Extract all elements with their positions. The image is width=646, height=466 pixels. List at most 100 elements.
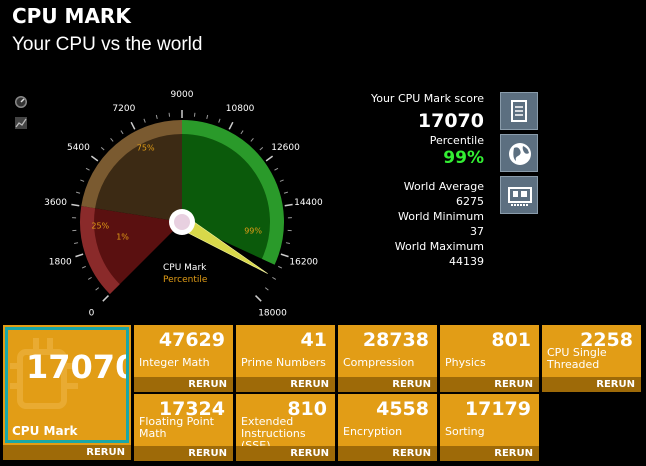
gauge-tick: [71, 203, 80, 207]
tile-label: Floating Point Math: [139, 415, 214, 440]
tile-value: 4558: [376, 398, 429, 420]
document-button[interactable]: [500, 92, 538, 130]
gauge-tick-label: 14400: [294, 198, 323, 208]
gauge-minor-tick: [218, 118, 221, 123]
gauge-minor-tick: [95, 287, 100, 291]
gauge-minor-tick: [264, 287, 269, 291]
gauge-tick-label: 9000: [171, 90, 194, 100]
benchmark-tile[interactable]: 17179 Sorting RERUN: [440, 394, 539, 461]
gauge-percentile-mark: 75%: [137, 144, 155, 153]
gauge-tick-label: 3600: [44, 198, 67, 208]
tile-label: Encryption: [343, 425, 403, 438]
gauge-minor-tick: [120, 130, 124, 135]
gauge-tick: [265, 155, 274, 162]
gauge-tick: [90, 155, 99, 162]
gauge-minor-tick: [100, 146, 105, 151]
gauge-minor-tick: [80, 179, 85, 182]
gauge-label-sub: Percentile: [163, 275, 208, 285]
rerun-button[interactable]: RERUN: [542, 377, 641, 392]
main-tile-label: CPU Mark: [12, 424, 78, 438]
gauge-minor-tick: [283, 191, 289, 194]
rerun-button[interactable]: RERUN: [236, 446, 335, 461]
gauge-tick: [102, 295, 109, 302]
cpu-mark-main-tile[interactable]: 17070 CPU Mark RERUN: [3, 325, 131, 460]
gauge-tick-label: 18000: [258, 309, 287, 319]
gauge-hub-inner: [174, 214, 190, 230]
tile-value: 28738: [362, 329, 429, 351]
gauge-tick-label: 12600: [271, 143, 300, 153]
page-title: CPU MARK: [12, 4, 131, 28]
benchmark-tile[interactable]: 2258 CPU Single Threaded RERUN: [542, 325, 641, 392]
hardware-card-button[interactable]: [500, 176, 538, 214]
gauge-tick: [284, 203, 293, 207]
gauge-minor-tick: [206, 114, 209, 120]
gauge-minor-tick: [285, 242, 290, 244]
world-average-value: 6275: [456, 195, 484, 208]
tile-value: 47629: [158, 329, 225, 351]
gauge-tick: [255, 295, 262, 302]
gauge-minor-tick: [87, 276, 92, 280]
world-minimum-value: 37: [470, 225, 484, 238]
gauge-percentile-mark: 25%: [91, 221, 109, 230]
gauge-tick-label: 0: [89, 309, 95, 319]
gauge-tick-label: 16200: [289, 258, 318, 268]
benchmark-tile[interactable]: 41 Prime Numbers RERUN: [236, 325, 335, 392]
tile-label: Integer Math: [139, 356, 210, 369]
rerun-button[interactable]: RERUN: [440, 446, 539, 461]
gauge-minor-tick: [274, 167, 279, 171]
main-tile-value: 17070: [26, 348, 129, 386]
gauge-tick-label: 1800: [49, 258, 72, 268]
benchmark-tile[interactable]: 4558 Encryption RERUN: [338, 394, 437, 461]
tile-label: Compression: [343, 356, 415, 369]
rerun-button[interactable]: RERUN: [338, 446, 437, 461]
world-average-label: World Average: [403, 180, 484, 193]
world-maximum-label: World Maximum: [394, 240, 484, 253]
gauge-label-title: CPU Mark: [163, 263, 207, 273]
gauge-minor-tick: [240, 130, 244, 135]
percentile-label: Percentile: [429, 134, 484, 147]
gauge-tick: [280, 253, 289, 258]
globe-icon: [509, 143, 531, 165]
benchmark-tile[interactable]: 47629 Integer Math RERUN: [134, 325, 233, 392]
benchmark-tile[interactable]: 810Extended Instructions (SSE)RERUN: [236, 394, 335, 461]
gauge-minor-tick: [155, 114, 158, 120]
score-value: 17070: [417, 110, 484, 132]
tile-label: CPU Single Threaded: [547, 346, 607, 371]
gauge-minor-tick: [81, 265, 86, 269]
gauge-minor-tick: [74, 242, 79, 244]
document-icon: [511, 100, 527, 122]
benchmark-tile[interactable]: 17324 Floating Point Math RERUN: [134, 394, 233, 461]
tile-value: 801: [491, 329, 531, 351]
benchmark-tile[interactable]: 28738 Compression RERUN: [338, 325, 437, 392]
gauge-tick: [228, 121, 234, 130]
main-tile-rerun[interactable]: RERUN: [3, 445, 131, 460]
gauge-minor-tick: [110, 138, 114, 142]
tile-label: Prime Numbers: [241, 356, 326, 369]
rerun-button[interactable]: RERUN: [440, 377, 539, 392]
world-minimum-label: World Minimum: [398, 210, 484, 223]
rerun-button[interactable]: RERUN: [134, 377, 233, 392]
gauge-tick-label: 5400: [67, 143, 90, 153]
score-label: Your CPU Mark score: [370, 92, 484, 105]
gauge-minor-tick: [259, 146, 264, 151]
benchmark-tile[interactable]: 801 Physics RERUN: [440, 325, 539, 392]
gauge-minor-tick: [143, 118, 146, 123]
gauge-minor-tick: [272, 276, 277, 280]
rerun-button[interactable]: RERUN: [338, 377, 437, 392]
rerun-button[interactable]: RERUN: [134, 446, 233, 461]
page-subtitle: Your CPU vs the world: [12, 34, 203, 55]
main-tile-highlight: 17070 CPU Mark: [5, 327, 129, 443]
gauge-minor-tick: [85, 167, 90, 171]
gauge-minor-tick: [278, 265, 283, 269]
tile-value: 17179: [464, 398, 531, 420]
gauge-percentile-mark: 99%: [244, 226, 262, 235]
hardware-card-icon: [508, 187, 532, 206]
gauge-minor-tick: [250, 138, 254, 142]
gauge-tick: [130, 121, 136, 130]
gauge-percentile-mark: 1%: [116, 233, 129, 242]
globe-button[interactable]: [500, 134, 538, 172]
tile-label: Sorting: [445, 425, 485, 438]
rerun-button[interactable]: RERUN: [236, 377, 335, 392]
percentile-value: 99%: [443, 148, 484, 168]
gauge-tick-label: 7200: [112, 104, 135, 114]
